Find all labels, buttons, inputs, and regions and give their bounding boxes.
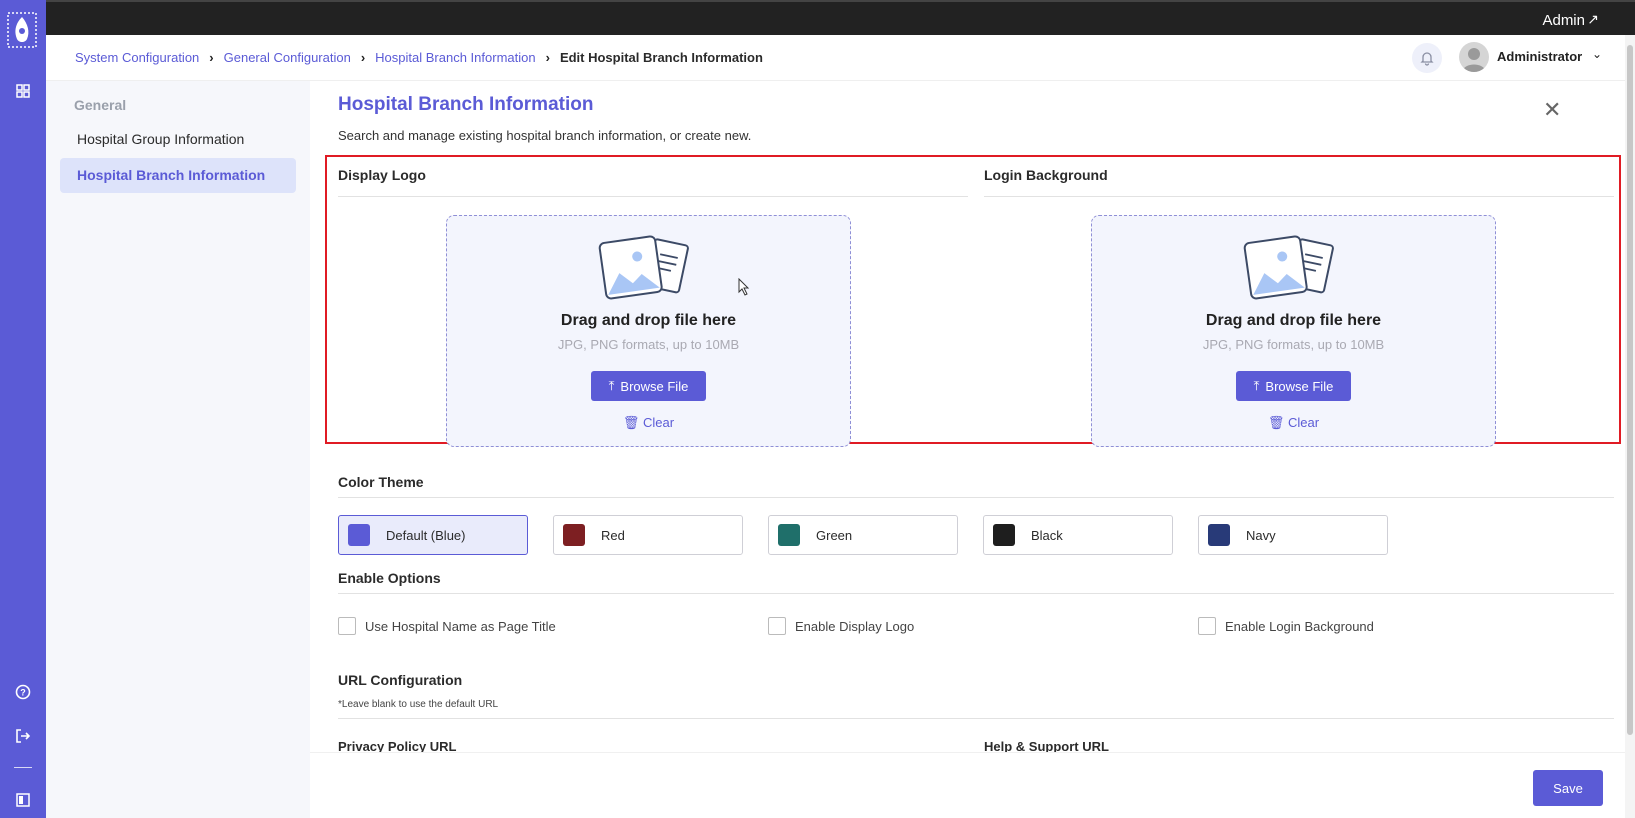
sidebar-group-label: General	[74, 97, 127, 113]
breadcrumb-general-configuration[interactable]: General Configuration	[224, 50, 351, 65]
theme-option-label: Black	[1031, 527, 1063, 543]
browse-file-button[interactable]: ⤒ Browse File	[591, 371, 706, 401]
color-chip	[1208, 524, 1230, 546]
theme-option-green[interactable]: Green	[768, 515, 958, 555]
upload-icon: ⤒	[608, 378, 615, 393]
admin-link[interactable]: Admin	[1542, 12, 1585, 29]
checkbox-enable-display-logo[interactable]: Enable Display Logo	[768, 617, 914, 635]
clear-button[interactable]: 🗑 Clear	[447, 415, 850, 431]
section-divider	[338, 497, 1614, 498]
theme-option-default-blue[interactable]: Default (Blue)	[338, 515, 528, 555]
breadcrumb: System Configuration › General Configura…	[75, 50, 763, 65]
chevron-down-icon[interactable]: ⌄	[1592, 47, 1602, 61]
breadcrumb-hospital-branch-information[interactable]: Hospital Branch Information	[375, 50, 535, 65]
page-header: System Configuration › General Configura…	[46, 35, 1635, 81]
url-configuration-heading: URL Configuration	[338, 672, 463, 688]
chevron-right-icon: ›	[209, 50, 214, 65]
help-icon[interactable]: ?	[12, 681, 34, 703]
settings-sidebar: General Hospital Group Information Hospi…	[46, 81, 310, 818]
color-chip	[348, 524, 370, 546]
dropzone-title: Drag and drop file here	[1205, 312, 1382, 329]
browse-file-label: Browse File	[620, 378, 689, 394]
theme-option-label: Default (Blue)	[386, 527, 466, 543]
logout-icon[interactable]	[12, 725, 34, 747]
display-logo-dropzone[interactable]: Drag and drop file here JPG, PNG formats…	[446, 215, 851, 447]
image-file-illustration-icon	[1243, 235, 1334, 300]
color-chip	[563, 524, 585, 546]
dropzone-hint: JPG, PNG formats, up to 10MB	[1202, 337, 1385, 352]
dropzone-title: Drag and drop file here	[560, 312, 737, 329]
main-content: Hospital Branch Information ✕ Search and…	[310, 81, 1625, 818]
avatar[interactable]	[1459, 42, 1489, 72]
user-name[interactable]: Administrator	[1497, 49, 1582, 64]
external-arrow-icon[interactable]: ↗	[1587, 11, 1599, 28]
notification-bell-icon[interactable]	[1412, 43, 1442, 73]
browse-file-label: Browse File	[1265, 378, 1334, 394]
page-title: Hospital Branch Information	[338, 94, 594, 115]
breadcrumb-current: Edit Hospital Branch Information	[559, 50, 763, 65]
color-theme-heading: Color Theme	[338, 474, 424, 490]
checkbox-label: Enable Display Logo	[795, 618, 915, 634]
clear-label: Clear	[1288, 415, 1320, 430]
checkbox[interactable]	[338, 617, 356, 635]
clear-label: Clear	[643, 415, 675, 430]
app-rail: ?	[0, 0, 46, 818]
upload-icon: ⤒	[1253, 378, 1260, 393]
top-bar: Admin ↗	[46, 0, 1635, 35]
theme-option-black[interactable]: Black	[983, 515, 1173, 555]
theme-option-navy[interactable]: Navy	[1198, 515, 1388, 555]
mouse-cursor-icon	[738, 278, 750, 296]
dropzone-hint: JPG, PNG formats, up to 10MB	[557, 337, 740, 352]
breadcrumb-system-configuration[interactable]: System Configuration	[75, 50, 199, 65]
theme-option-label: Red	[601, 527, 625, 543]
login-background-heading: Login Background	[984, 167, 1108, 183]
form-footer: Save	[310, 752, 1625, 818]
checkbox[interactable]	[768, 617, 786, 635]
browse-file-button[interactable]: ⤒ Browse File	[1236, 371, 1351, 401]
chevron-right-icon: ›	[545, 50, 550, 65]
enable-options-heading: Enable Options	[338, 570, 441, 586]
trash-icon: 🗑	[622, 415, 640, 430]
close-icon[interactable]: ✕	[1543, 97, 1561, 123]
sidebar-item-hospital-branch-information[interactable]: Hospital Branch Information	[60, 158, 296, 193]
theme-option-label: Green	[816, 527, 853, 543]
login-background-dropzone[interactable]: Drag and drop file here JPG, PNG formats…	[1091, 215, 1496, 447]
svg-text:?: ?	[20, 688, 26, 698]
section-divider	[984, 196, 1614, 197]
section-divider	[338, 718, 1614, 719]
save-button[interactable]: Save	[1533, 770, 1603, 806]
color-chip	[993, 524, 1015, 546]
rail-divider	[14, 767, 32, 768]
checkbox-use-hospital-name[interactable]: Use Hospital Name as Page Title	[338, 617, 556, 635]
color-chip	[778, 524, 800, 546]
checkbox-label: Use Hospital Name as Page Title	[365, 618, 556, 634]
chevron-right-icon: ›	[360, 50, 366, 65]
image-file-illustration-icon	[598, 235, 689, 300]
scrollbar-thumb[interactable]	[1627, 45, 1633, 735]
section-divider	[338, 593, 1614, 594]
checkbox[interactable]	[1198, 617, 1216, 635]
trash-icon: 🗑	[1267, 415, 1285, 430]
theme-option-label: Navy	[1246, 527, 1276, 543]
panel-toggle-icon[interactable]	[12, 789, 34, 811]
app-logo-icon[interactable]	[7, 12, 37, 48]
section-divider	[338, 196, 968, 197]
checkbox-label: Enable Login Background	[1225, 618, 1374, 634]
checkbox-enable-login-background[interactable]: Enable Login Background	[1198, 617, 1374, 635]
theme-option-red[interactable]: Red	[553, 515, 743, 555]
apps-grid-icon[interactable]	[12, 80, 34, 102]
vertical-scrollbar[interactable]	[1625, 35, 1635, 818]
url-configuration-note: *Leave blank to use the default URL	[338, 699, 499, 710]
display-logo-heading: Display Logo	[338, 167, 426, 183]
clear-button[interactable]: 🗑 Clear	[1092, 415, 1495, 431]
page-subtitle: Search and manage existing hospital bran…	[338, 128, 752, 143]
sidebar-item-hospital-group-information[interactable]: Hospital Group Information	[60, 122, 296, 157]
